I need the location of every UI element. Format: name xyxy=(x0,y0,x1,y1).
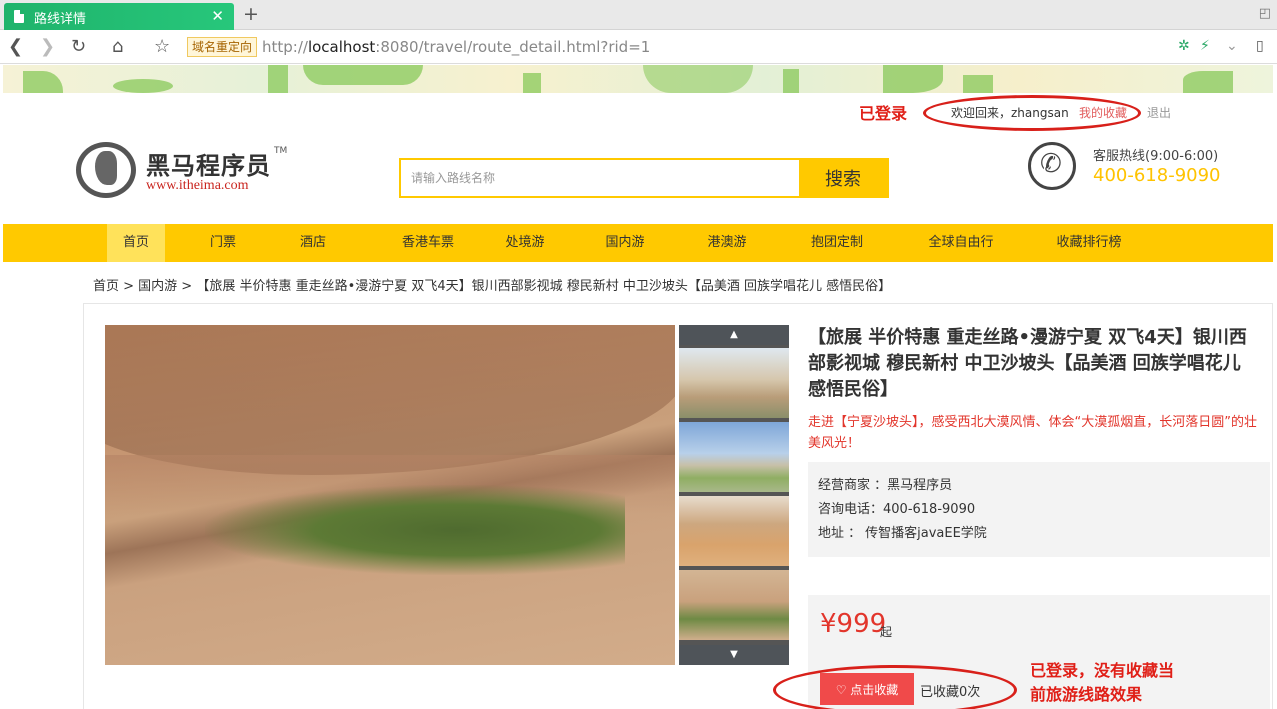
phone-icon xyxy=(1028,142,1076,190)
home-icon[interactable]: ⌂ xyxy=(112,36,123,57)
annotation-ellipse-login xyxy=(923,95,1141,131)
lightning-icon[interactable]: ⚡ xyxy=(1200,38,1210,54)
seller-name: 黑马程序员 xyxy=(887,478,953,493)
domain-redirect-badge[interactable]: 域名重定向 xyxy=(187,37,258,57)
nav-item-outbound[interactable]: 处境游 xyxy=(493,224,557,262)
top-banner-image xyxy=(3,65,1273,93)
main-route-photo xyxy=(105,325,675,665)
phone-device-icon[interactable]: ▯ xyxy=(1256,38,1264,54)
back-arrow-icon[interactable]: ❮ xyxy=(8,36,23,57)
nav-item-domestic[interactable]: 国内游 xyxy=(593,224,657,262)
url-path: :8080/travel/route_detail.html?rid=1 xyxy=(375,38,651,56)
security-shield-icon[interactable]: ✲ xyxy=(1178,38,1190,54)
price-unit: 起 xyxy=(880,625,893,639)
forward-arrow-icon[interactable]: ❯ xyxy=(40,36,55,57)
web-page: 欢迎回来，zhangsan 我的收藏 退出 黑马程序员 TM www.ithei… xyxy=(3,65,1273,709)
nav-item-hk-macau[interactable]: 港澳游 xyxy=(695,224,759,262)
address-row: 地址 ：传智播客javaEE学院 xyxy=(818,526,987,541)
thumbnail-3[interactable] xyxy=(679,496,789,566)
browser-tab-active[interactable]: 路线详情 ✕ xyxy=(4,3,234,30)
route-price: ¥999 xyxy=(820,609,887,639)
thumbnail-2[interactable] xyxy=(679,422,789,492)
logout-link[interactable]: 退出 xyxy=(1147,104,1171,121)
nav-item-tickets[interactable]: 门票 xyxy=(193,224,253,262)
consult-phone: 400-618-9090 xyxy=(883,502,976,517)
browser-tabbar: 路线详情 ✕ + ◰ xyxy=(0,0,1277,30)
nav-item-hotel[interactable]: 酒店 xyxy=(283,224,343,262)
url-text[interactable]: http://localhost:8080/travel/route_detai… xyxy=(262,38,650,56)
thumbnail-up-arrow-icon[interactable]: ▲ xyxy=(679,325,789,345)
thumbnail-down-arrow-icon[interactable]: ▼ xyxy=(679,645,789,665)
seller-row: 经营商家 ：黑马程序员 xyxy=(818,478,953,493)
main-nav: 首页 门票 酒店 香港车票 处境游 国内游 港澳游 抱团定制 全球自由行 收藏排… xyxy=(3,224,1273,262)
thumbnail-4[interactable] xyxy=(679,570,789,640)
logo-name: 黑马程序员 xyxy=(146,152,271,180)
search-input[interactable] xyxy=(401,160,799,196)
hotline-label: 客服热线(9:00-6:00) xyxy=(1093,149,1219,164)
reload-icon[interactable]: ↻ xyxy=(71,36,86,57)
annotation-not-favorited-line2: 前旅游线路效果 xyxy=(1030,685,1143,704)
search-bar: 搜索 xyxy=(399,158,889,198)
browser-address-bar: ❮ ❯ ↻ ⌂ ☆ 域名重定向 http://localhost:8080/tr… xyxy=(0,31,1277,64)
annotation-not-favorited-line1: 已登录，没有收藏当 xyxy=(1030,661,1175,680)
route-description: 走进【宁夏沙坡头】，感受西北大漠风情、体会“大漠孤烟直，长河落日圆”的壮美风光！ xyxy=(808,415,1257,451)
nav-item-global-travel[interactable]: 全球自由行 xyxy=(915,224,1007,262)
url-prefix: http:// xyxy=(262,38,308,56)
nav-item-favorite-ranking[interactable]: 收藏排行榜 xyxy=(1043,224,1135,262)
tab-title: 路线详情 xyxy=(34,12,87,27)
annotation-ellipse-favorite xyxy=(773,665,1017,709)
thumbnail-strip: ▲ ▼ xyxy=(679,325,789,665)
site-logo[interactable]: 黑马程序员 TM www.itheima.com xyxy=(76,140,296,200)
hotline-number: 400-618-9090 xyxy=(1093,165,1221,186)
route-info-box: 经营商家 ：黑马程序员 咨询电话：400-618-9090 地址 ：传智播客ja… xyxy=(808,462,1270,557)
close-icon[interactable]: ✕ xyxy=(211,7,224,25)
chevron-down-icon[interactable]: ⌄ xyxy=(1226,38,1238,54)
phone-row: 咨询电话：400-618-9090 xyxy=(818,502,976,517)
logo-url: www.itheima.com xyxy=(146,178,249,193)
search-button[interactable]: 搜索 xyxy=(799,160,887,196)
new-tab-button[interactable]: + xyxy=(243,3,259,25)
document-icon xyxy=(14,10,24,23)
restore-window-icon[interactable]: ◰ xyxy=(1259,6,1271,21)
bookmark-star-icon[interactable]: ☆ xyxy=(154,36,170,57)
annotation-logged-in: 已登录 xyxy=(859,104,908,123)
route-title: 【旅展 半价特惠 重走丝路•漫游宁夏 双飞4天】银川西部影视城 穆民新村 中卫沙… xyxy=(808,327,1247,400)
breadcrumb: 首页 > 国内游 > 【旅展 半价特惠 重走丝路•漫游宁夏 双飞4天】银川西部影… xyxy=(93,279,892,294)
nav-item-hk-bus[interactable]: 香港车票 xyxy=(375,224,481,262)
nav-item-group-custom[interactable]: 抱团定制 xyxy=(798,224,876,262)
address: 传智播客javaEE学院 xyxy=(865,526,987,541)
thumbnail-1[interactable] xyxy=(679,348,789,418)
horse-logo-icon xyxy=(76,142,136,198)
url-host: localhost xyxy=(307,38,376,56)
nav-item-home[interactable]: 首页 xyxy=(107,224,165,262)
logo-trademark: TM xyxy=(274,146,288,156)
